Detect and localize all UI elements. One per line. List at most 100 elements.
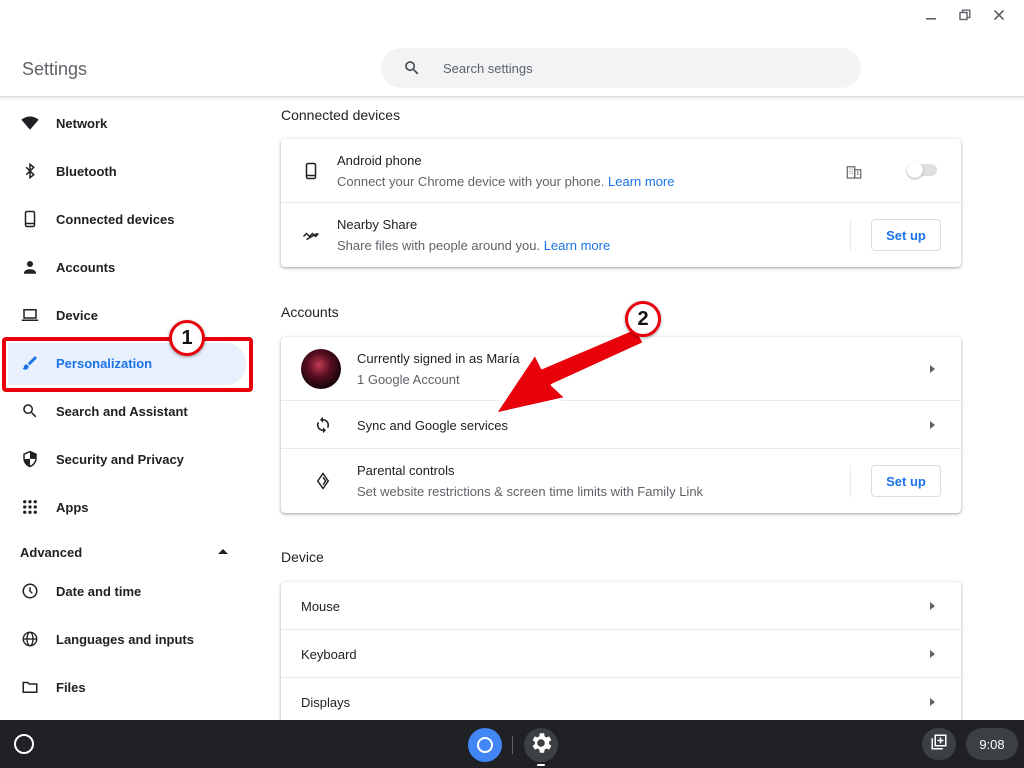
nearby-share-subtitle-text: Share files with people around you. — [337, 238, 541, 253]
search-icon — [20, 401, 40, 421]
phone-icon — [20, 209, 40, 229]
sidebar-item-search-assistant[interactable]: Search and Assistant — [0, 391, 262, 431]
device-item-keyboard[interactable]: Keyboard — [281, 630, 961, 678]
sidebar-item-label: Device — [56, 307, 98, 323]
main-content: Connected devices Android phone Connect … — [262, 98, 1024, 732]
folder-icon — [20, 677, 40, 697]
family-link-icon — [313, 471, 333, 491]
app-title: Settings — [22, 59, 88, 79]
clock-icon — [20, 581, 40, 601]
restore-button[interactable] — [948, 6, 982, 28]
parental-controls-title: Parental controls — [357, 463, 455, 478]
divider — [850, 219, 851, 251]
holding-space-button[interactable] — [922, 728, 956, 760]
chevron-right-icon — [930, 421, 935, 429]
wifi-icon — [20, 113, 40, 133]
android-phone-subtitle-text: Connect your Chrome device with your pho… — [337, 174, 605, 189]
nearby-share-subtitle: Share files with people around you. Lear… — [337, 238, 610, 253]
bluetooth-icon — [20, 161, 40, 181]
signed-in-title: Currently signed in as María — [357, 351, 520, 366]
device-card: Mouse Keyboard Displays — [281, 582, 961, 732]
chevron-right-icon — [930, 365, 935, 373]
sync-services-row[interactable]: Sync and Google services — [281, 401, 961, 449]
avatar — [301, 349, 341, 389]
sidebar-item-files[interactable]: Files — [0, 667, 262, 707]
sidebar-item-label: Files — [56, 679, 86, 695]
device-item-label: Keyboard — [301, 647, 357, 662]
advanced-toggle[interactable]: Advanced — [20, 545, 82, 560]
chevron-up-icon[interactable] — [218, 549, 228, 554]
restore-icon — [959, 8, 971, 26]
enterprise-building-icon — [845, 163, 863, 181]
sidebar-item-connected-devices[interactable]: Connected devices — [0, 199, 262, 239]
android-phone-toggle[interactable] — [907, 162, 937, 178]
settings-header: Settings — [0, 0, 1024, 97]
chevron-right-icon — [930, 602, 935, 610]
sidebar-item-label: Network — [56, 115, 108, 131]
shelf-divider — [512, 736, 513, 754]
sidebar-item-network[interactable]: Network — [0, 103, 262, 143]
sidebar-item-languages[interactable]: Languages and inputs — [0, 619, 262, 659]
sidebar: Network Bluetooth Connected devices Acco… — [0, 98, 262, 720]
globe-icon — [20, 629, 40, 649]
chevron-right-icon — [930, 698, 935, 706]
chrome-app-icon[interactable] — [468, 728, 502, 762]
shield-icon — [20, 449, 40, 469]
sidebar-item-bluetooth[interactable]: Bluetooth — [0, 151, 262, 191]
holding-space-icon — [930, 733, 948, 756]
nearby-share-title: Nearby Share — [337, 217, 418, 232]
toggle-knob — [907, 162, 923, 178]
sidebar-item-label: Security and Privacy — [56, 451, 184, 467]
android-phone-title: Android phone — [337, 153, 422, 168]
sidebar-item-date-time[interactable]: Date and time — [0, 571, 262, 611]
learn-more-link[interactable]: Learn more — [608, 174, 674, 189]
settings-app-button[interactable] — [524, 728, 558, 762]
chevron-right-icon — [930, 650, 935, 658]
nearby-setup-button[interactable]: Set up — [871, 219, 941, 251]
search-box[interactable] — [381, 48, 861, 88]
section-title-device: Device — [281, 549, 324, 565]
android-phone-subtitle: Connect your Chrome device with your pho… — [337, 174, 674, 189]
annotation-highlight-box — [2, 337, 253, 392]
device-item-label: Mouse — [301, 599, 341, 614]
learn-more-link[interactable]: Learn more — [544, 238, 610, 253]
sync-icon — [313, 415, 333, 435]
section-title-accounts: Accounts — [281, 304, 339, 320]
annotation-badge-2: 2 — [625, 301, 661, 337]
phone-icon — [301, 161, 321, 181]
clock-status[interactable]: 9:08 — [966, 728, 1018, 760]
window-controls — [914, 6, 1016, 28]
signed-in-subtitle: 1 Google Account — [357, 372, 460, 387]
accounts-card: Currently signed in as María 1 Google Ac… — [281, 337, 961, 513]
sidebar-item-label: Search and Assistant — [56, 403, 188, 419]
launcher-button[interactable] — [14, 734, 34, 754]
android-phone-row[interactable]: Android phone Connect your Chrome device… — [281, 139, 961, 203]
signed-in-row[interactable]: Currently signed in as María 1 Google Ac… — [281, 337, 961, 401]
sidebar-item-apps[interactable]: Apps — [0, 487, 262, 527]
device-item-displays[interactable]: Displays — [281, 678, 961, 726]
apps-grid-icon — [20, 497, 40, 517]
sidebar-item-accounts[interactable]: Accounts — [0, 247, 262, 287]
active-app-indicator — [537, 764, 545, 766]
sidebar-item-label: Languages and inputs — [56, 631, 194, 647]
connected-devices-card: Android phone Connect your Chrome device… — [281, 139, 961, 267]
sidebar-item-label: Accounts — [56, 259, 116, 275]
device-item-label: Displays — [301, 695, 351, 710]
parental-setup-button[interactable]: Set up — [871, 465, 941, 497]
search-icon — [403, 59, 421, 77]
minimize-button[interactable] — [914, 6, 948, 28]
nearby-share-icon — [301, 225, 321, 245]
divider — [850, 465, 851, 497]
nearby-share-row[interactable]: Nearby Share Share files with people aro… — [281, 203, 961, 267]
parental-controls-subtitle: Set website restrictions & screen time l… — [357, 484, 704, 499]
sidebar-item-device[interactable]: Device — [0, 295, 262, 335]
search-input[interactable] — [443, 60, 823, 76]
laptop-icon — [20, 305, 40, 325]
sidebar-item-security-privacy[interactable]: Security and Privacy — [0, 439, 262, 479]
sync-services-title: Sync and Google services — [357, 418, 509, 433]
device-item-mouse[interactable]: Mouse — [281, 582, 961, 630]
sidebar-item-label: Bluetooth — [56, 163, 117, 179]
parental-controls-row[interactable]: Parental controls Set website restrictio… — [281, 449, 961, 513]
section-title-connected-devices: Connected devices — [281, 107, 401, 123]
close-button[interactable] — [982, 6, 1016, 28]
